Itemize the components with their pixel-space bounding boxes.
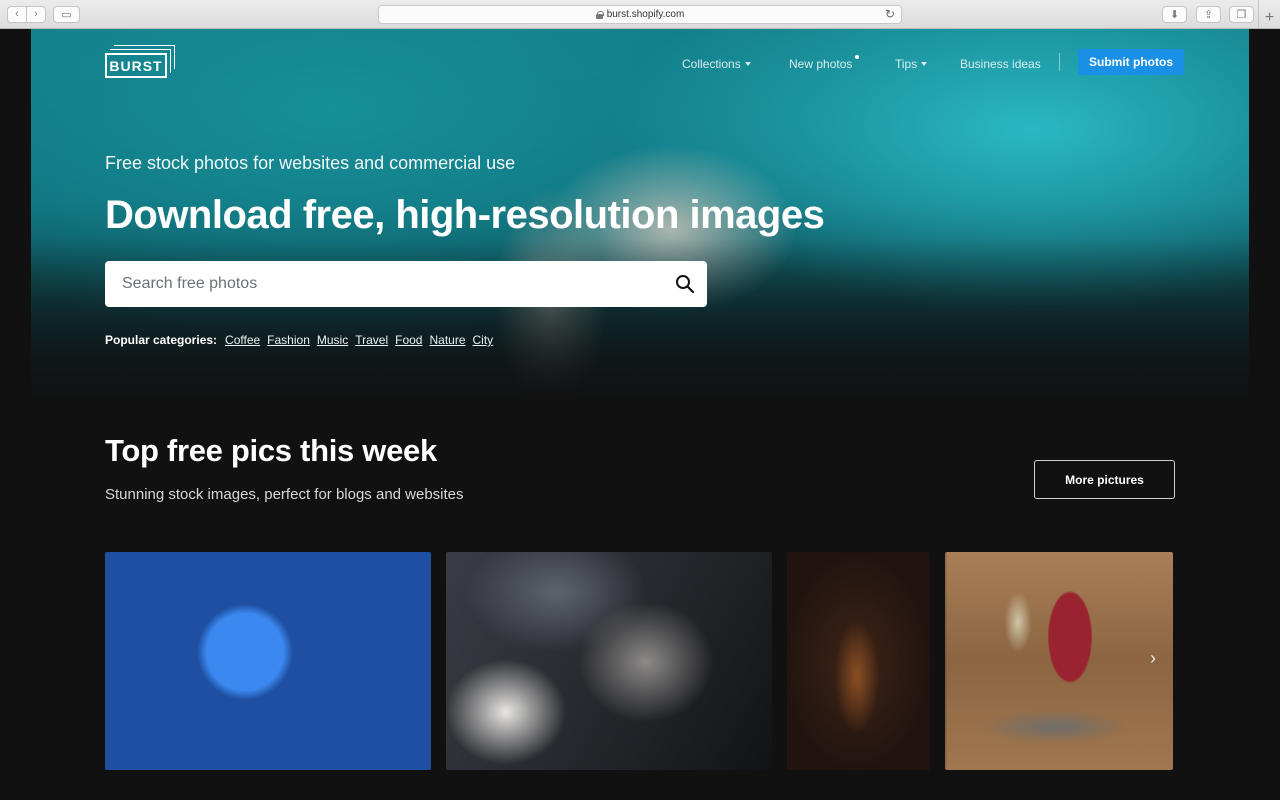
- address-bar[interactable]: burst.shopify.com ↻: [378, 5, 902, 24]
- nav-business-ideas[interactable]: Business ideas: [960, 55, 1041, 73]
- share-icon[interactable]: ⇪: [1196, 6, 1221, 23]
- history-nav: ‹ ›: [7, 6, 46, 23]
- nav-new-photos-label: New photos: [789, 55, 860, 71]
- hero-banner: BURST Collections New photos Tips Busine…: [31, 29, 1249, 409]
- back-icon[interactable]: ‹: [8, 7, 26, 22]
- carousel-next-icon[interactable]: ›: [1150, 648, 1156, 669]
- category-link-coffee[interactable]: Coffee: [225, 333, 260, 347]
- nav-tips-label: Tips: [895, 57, 918, 71]
- chevron-down-icon: [744, 62, 751, 66]
- nav-tips[interactable]: Tips: [895, 55, 928, 73]
- category-link-travel[interactable]: Travel: [355, 333, 388, 347]
- browser-toolbar: ‹ › ▭ burst.shopify.com ↻ ⬇ ⇪ ❐ +: [0, 0, 1280, 29]
- search-placeholder: Search free photos: [122, 275, 258, 292]
- category-link-food[interactable]: Food: [395, 333, 422, 347]
- new-tab-icon[interactable]: +: [1258, 0, 1280, 29]
- download-icon[interactable]: ⬇: [1162, 6, 1187, 23]
- category-link-nature[interactable]: Nature: [429, 333, 465, 347]
- logo-text: BURST: [105, 53, 167, 78]
- more-pictures-button[interactable]: More pictures: [1034, 460, 1175, 499]
- new-indicator-dot: [855, 55, 860, 59]
- reload-icon[interactable]: ↻: [885, 7, 895, 21]
- lock-icon: [595, 10, 604, 19]
- section-title: Top free pics this week: [105, 433, 437, 468]
- submit-photos-button[interactable]: Submit photos: [1078, 49, 1184, 75]
- nav-new-photos[interactable]: New photos: [789, 55, 860, 73]
- photo-thumbnail-persian-cat[interactable]: [446, 552, 772, 770]
- popular-categories: Popular categories: Coffee Fashion Music…: [105, 333, 493, 347]
- category-link-fashion[interactable]: Fashion: [267, 333, 310, 347]
- category-link-music[interactable]: Music: [317, 333, 348, 347]
- url-text: burst.shopify.com: [606, 9, 685, 20]
- nav-collections-label: Collections: [682, 57, 741, 71]
- chevron-down-icon: [921, 62, 928, 66]
- hero-subtitle: Free stock photos for websites and comme…: [105, 153, 516, 173]
- search-input[interactable]: Search free photos: [105, 261, 707, 307]
- nav-collections[interactable]: Collections: [682, 55, 751, 73]
- sidebar-icon[interactable]: ▭: [53, 6, 80, 23]
- photo-thumbnail-violin[interactable]: [787, 552, 930, 770]
- burst-logo[interactable]: BURST: [105, 45, 177, 79]
- tabs-icon[interactable]: ❐: [1229, 6, 1254, 23]
- category-link-city[interactable]: City: [473, 333, 494, 347]
- photo-thumbnail-book-and-axe[interactable]: [945, 552, 1173, 770]
- nav-business-ideas-label: Business ideas: [960, 57, 1041, 71]
- search-icon[interactable]: [675, 274, 695, 294]
- popular-label: Popular categories:: [105, 333, 218, 347]
- photo-thumbnail-drum-kit[interactable]: [105, 552, 431, 770]
- hero-headline: Download free, high-resolution images: [105, 193, 825, 237]
- nav-divider: [1059, 53, 1060, 71]
- page: BURST Collections New photos Tips Busine…: [0, 29, 1280, 800]
- forward-icon[interactable]: ›: [26, 7, 45, 22]
- section-subtitle: Stunning stock images, perfect for blogs…: [105, 486, 464, 503]
